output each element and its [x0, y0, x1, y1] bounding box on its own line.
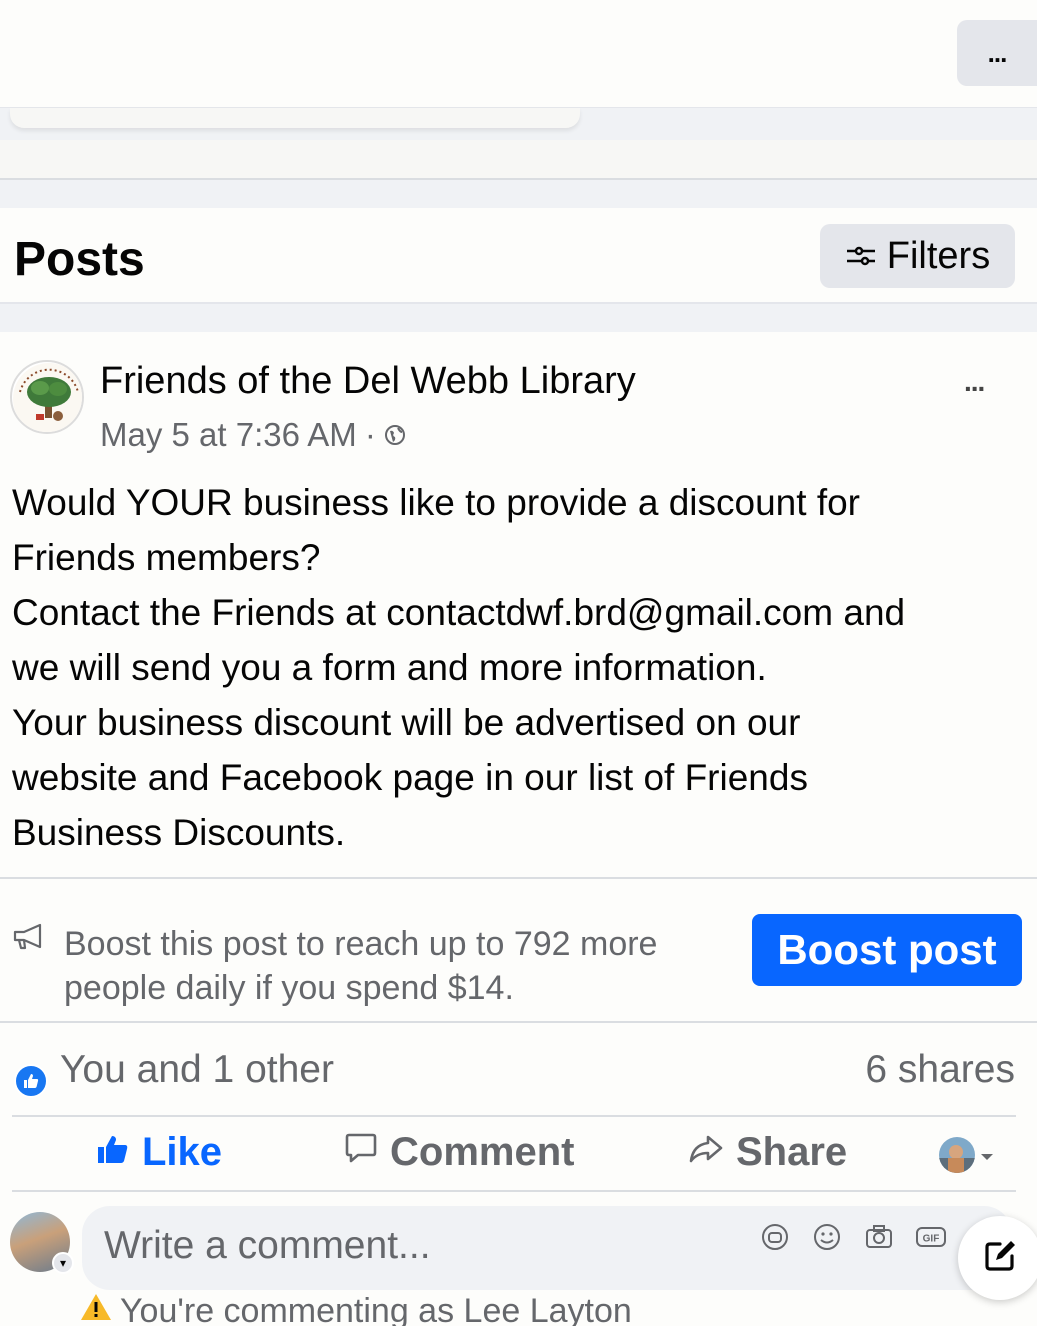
share-label: Share	[736, 1130, 848, 1174]
boost-message: Boost this post to reach up to 792 more …	[64, 922, 724, 1010]
comment-tools: GIF	[758, 1220, 948, 1254]
avatar[interactable]: ▾	[10, 1212, 74, 1274]
post-body-line: Business Discounts.	[12, 812, 346, 853]
avatar-sticker-icon[interactable]	[758, 1220, 792, 1254]
post-actions-bar: Like Comment Share	[0, 1118, 1037, 1190]
shares-count[interactable]: 6 shares	[865, 1048, 1015, 1092]
comment-bubble-icon	[344, 1130, 378, 1175]
more-options-button[interactable]: ...	[957, 20, 1037, 86]
chevron-down-icon[interactable]: ▾	[52, 1252, 74, 1274]
page-name-link[interactable]: Friends of the Del Webb Library	[100, 360, 636, 403]
like-icon	[14, 1064, 48, 1098]
compose-icon	[980, 1236, 1020, 1281]
post-body-line: Friends members?	[12, 537, 321, 578]
comment-composer: GIF	[82, 1206, 1012, 1290]
profile-avatar-icon	[938, 1136, 976, 1179]
post-body-line: Contact the Friends at contactdwf.brd@gm…	[12, 592, 906, 633]
card-shadow	[10, 108, 580, 128]
post-meta: May 5 at 7:36 AM ·	[100, 416, 406, 454]
warning-icon	[80, 1292, 112, 1326]
comment-button[interactable]: Comment	[344, 1130, 574, 1175]
filters-button[interactable]: Filters	[820, 224, 1015, 288]
reaction-profile-selector[interactable]	[938, 1136, 994, 1179]
boost-post-button[interactable]: Boost post	[752, 914, 1022, 986]
comment-input[interactable]	[104, 1224, 704, 1268]
boost-line: Boost this post to reach up to 792 more	[64, 925, 658, 963]
divider	[12, 1190, 1016, 1192]
page-title: Posts	[14, 233, 145, 286]
divider	[12, 1115, 1016, 1117]
page-avatar[interactable]	[10, 360, 84, 434]
post-timestamp[interactable]: May 5 at 7:36 AM	[100, 416, 357, 454]
megaphone-icon	[12, 922, 48, 957]
divider	[0, 877, 1037, 879]
post-card: Friends of the Del Webb Library May 5 at…	[0, 332, 1037, 1326]
like-label: Like	[142, 1130, 223, 1174]
divider	[0, 1021, 1037, 1023]
thumbs-up-icon	[96, 1130, 130, 1175]
camera-icon[interactable]	[862, 1220, 896, 1254]
post-body-line: Would YOUR business like to provide a di…	[12, 482, 861, 523]
posts-header: Posts Filters	[0, 208, 1037, 304]
filters-label: Filters	[886, 234, 991, 277]
boost-line: people daily if you spend $14.	[64, 969, 514, 1007]
gif-icon[interactable]: GIF	[914, 1220, 948, 1254]
share-button[interactable]: Share	[688, 1130, 847, 1175]
commenting-as-notice: You're commenting as Lee Layton	[80, 1292, 632, 1326]
filters-icon	[845, 235, 877, 278]
post-body-line: we will send you a form and more informa…	[12, 647, 767, 688]
emoji-icon[interactable]	[810, 1220, 844, 1254]
share-arrow-icon	[688, 1130, 724, 1175]
post-body-line: website and Facebook page in our list of…	[12, 757, 808, 798]
top-card: ...	[0, 0, 1037, 108]
reactions-summary[interactable]: You and 1 other	[60, 1048, 334, 1092]
globe-icon[interactable]	[384, 416, 406, 454]
meta-separator: ·	[364, 416, 376, 453]
commenting-as-text: You're commenting as Lee Layton	[120, 1292, 632, 1326]
post-more-options-button[interactable]: ...	[964, 366, 985, 398]
new-message-button[interactable]	[958, 1216, 1037, 1300]
comment-label: Comment	[390, 1130, 575, 1174]
post-body-text: Would YOUR business like to provide a di…	[12, 475, 1022, 860]
section-divider-band	[0, 140, 1037, 180]
post-body-line: Your business discount will be advertise…	[12, 702, 801, 743]
caret-down-icon	[980, 1149, 994, 1167]
svg-text:GIF: GIF	[923, 1234, 940, 1245]
like-button[interactable]: Like	[96, 1130, 222, 1175]
